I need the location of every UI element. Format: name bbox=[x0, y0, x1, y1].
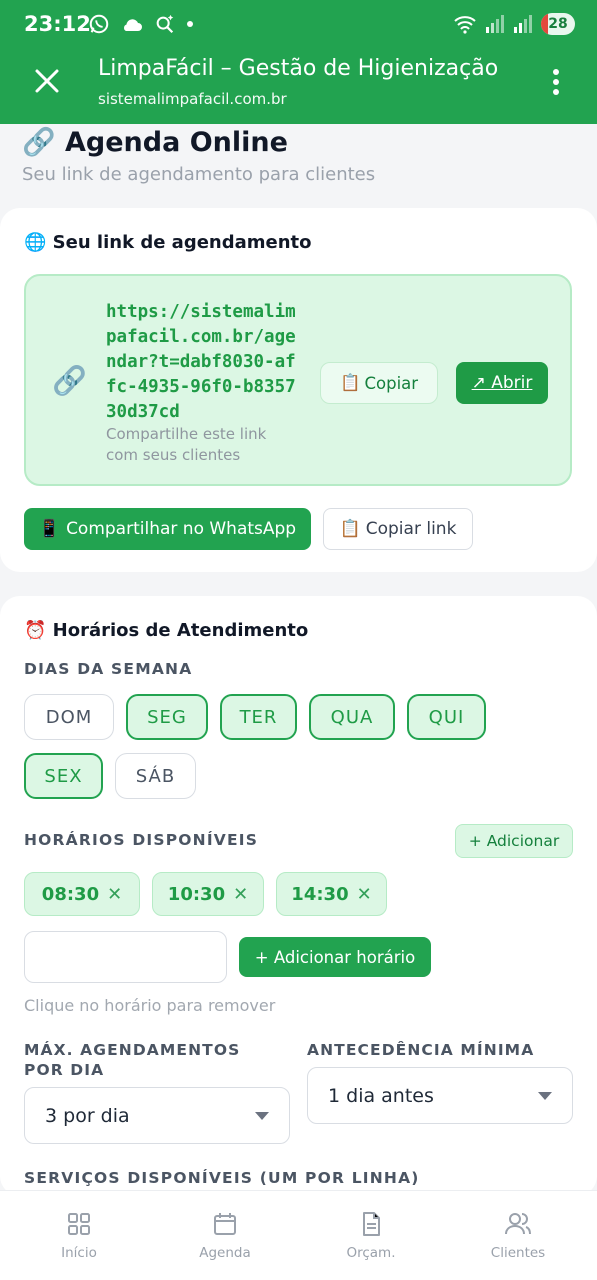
nav-clientes[interactable]: Clientes bbox=[463, 1211, 573, 1261]
page-subtitle: Seu link de agendamento para clientes bbox=[22, 164, 376, 185]
status-bar: 23:12 28 bbox=[0, 0, 597, 50]
schedule-card: ⏰ Horários de Atendimento DIAS DA SEMANA… bbox=[0, 596, 597, 1196]
add-button[interactable]: + Adicionar bbox=[455, 824, 573, 858]
booking-link[interactable]: https://sistemalimpafacil.com.br/agendar… bbox=[106, 300, 306, 425]
max-bookings-select[interactable]: 3 por dia bbox=[24, 1087, 290, 1144]
remove-icon: ✕ bbox=[356, 883, 372, 905]
page-title: 🔗 Agenda Online bbox=[22, 127, 288, 158]
day-qua[interactable]: QUA bbox=[309, 694, 395, 740]
clipboard-icon: 📋 bbox=[339, 519, 361, 539]
time-chip[interactable]: 08:30 ✕ bbox=[24, 872, 140, 916]
nav-orcamentos[interactable]: Orçam. bbox=[316, 1211, 426, 1261]
grid-icon bbox=[68, 1213, 90, 1235]
day-ter[interactable]: TER bbox=[220, 694, 297, 740]
dot-icon bbox=[187, 21, 193, 27]
site-url: sistemalimpafacil.com.br bbox=[98, 90, 287, 108]
close-icon[interactable] bbox=[30, 64, 64, 98]
browser-header: 23:12 28 LimpaFácil – Gestão de Higieniz… bbox=[0, 0, 597, 124]
advance-label: ANTECEDÊNCIA MÍNIMA bbox=[307, 1041, 535, 1059]
site-title: LimpaFácil – Gestão de Higienização bbox=[98, 56, 499, 81]
chevron-down-icon bbox=[255, 1112, 269, 1120]
document-icon bbox=[363, 1212, 380, 1236]
sparkle-search-icon bbox=[156, 14, 174, 34]
services-label: SERVIÇOS DISPONÍVEIS (UM POR LINHA) bbox=[24, 1169, 420, 1187]
link-card: 🌐 Seu link de agendamento 🔗 https://sist… bbox=[0, 208, 597, 572]
remove-icon: ✕ bbox=[107, 883, 123, 905]
cloud-icon bbox=[124, 19, 142, 31]
copy-link-button[interactable]: 📋 Copiar link bbox=[323, 508, 473, 550]
day-seg[interactable]: SEG bbox=[126, 694, 208, 740]
bottom-nav: Início Agenda Orçam. Clientes bbox=[0, 1190, 597, 1280]
status-time: 23:12 bbox=[24, 12, 91, 36]
clipboard-icon: 📋 bbox=[339, 373, 361, 392]
day-sex[interactable]: SEX bbox=[24, 753, 103, 799]
calendar-icon bbox=[214, 1213, 236, 1235]
new-time-input[interactable] bbox=[24, 931, 227, 983]
whatsapp-icon bbox=[89, 14, 109, 34]
add-time-button[interactable]: + Adicionar horário bbox=[239, 937, 431, 977]
time-chip[interactable]: 14:30 ✕ bbox=[276, 872, 387, 916]
remove-icon: ✕ bbox=[233, 883, 249, 905]
advance-select[interactable]: 1 dia antes bbox=[307, 1067, 573, 1124]
link-icon: 🔗 bbox=[52, 364, 87, 397]
link-hint: Compartilhe este link com seus clientes bbox=[106, 425, 267, 464]
signal-icon-2 bbox=[514, 15, 532, 33]
signal-icon bbox=[486, 15, 504, 33]
share-whatsapp-button[interactable]: 📱 Compartilhar no WhatsApp bbox=[24, 508, 311, 550]
phone-icon: 📱 bbox=[38, 519, 61, 539]
more-vertical-icon[interactable] bbox=[551, 68, 561, 98]
days-label: DIAS DA SEMANA bbox=[24, 660, 193, 678]
open-link-button[interactable]: ↗ Abrir bbox=[456, 362, 548, 404]
chevron-down-icon bbox=[538, 1092, 552, 1100]
battery-icon: 28 bbox=[541, 13, 575, 35]
schedule-card-title: ⏰ Horários de Atendimento bbox=[24, 620, 309, 641]
nav-agenda[interactable]: Agenda bbox=[170, 1211, 280, 1261]
times-label: HORÁRIOS DISPONÍVEIS bbox=[24, 831, 259, 849]
time-chip[interactable]: 10:30 ✕ bbox=[152, 872, 264, 916]
times-hint: Clique no horário para remover bbox=[24, 996, 276, 1015]
day-dom[interactable]: DOM bbox=[24, 694, 114, 740]
day-qui[interactable]: QUI bbox=[407, 694, 486, 740]
max-bookings-label: MÁX. AGENDAMENTOS POR DIA bbox=[24, 1041, 241, 1079]
nav-inicio[interactable]: Início bbox=[24, 1211, 134, 1261]
link-card-title: 🌐 Seu link de agendamento bbox=[24, 232, 312, 253]
link-box: 🔗 https://sistemalimpafacil.com.br/agend… bbox=[24, 274, 572, 486]
copy-button[interactable]: 📋 Copiar bbox=[320, 362, 438, 404]
users-icon bbox=[505, 1213, 531, 1235]
day-sab[interactable]: SÁB bbox=[115, 753, 196, 799]
wifi-icon bbox=[454, 16, 476, 34]
